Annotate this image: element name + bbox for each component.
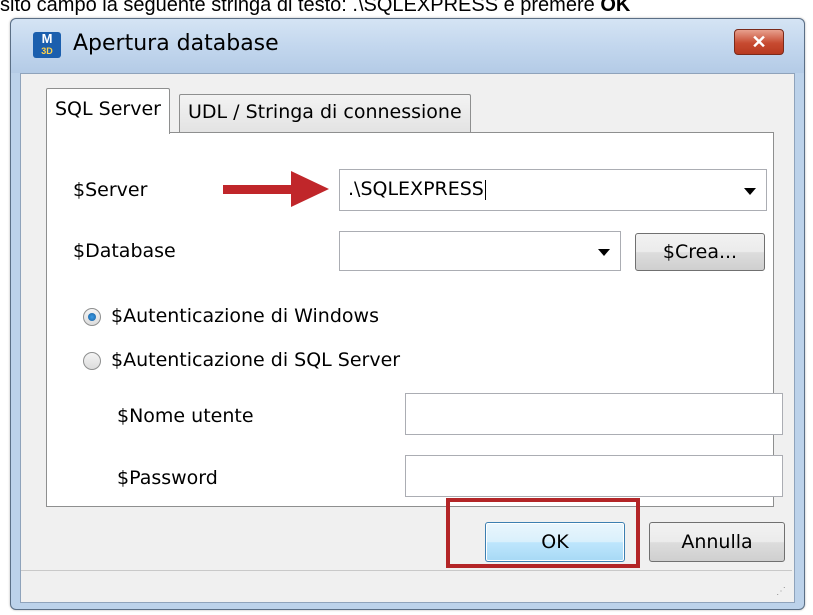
app-icon-letter: M [41,31,53,46]
app-icon-sub: 3D [41,46,53,56]
server-value-text: .\SQLEXPRESS [348,178,484,200]
resize-grip-icon[interactable]: ⋰ [776,586,788,598]
create-database-button[interactable]: $Crea... [635,233,765,271]
password-field[interactable] [405,455,783,497]
server-label: $Server [73,179,148,201]
tab-sql-server[interactable]: SQL Server [46,88,170,134]
password-label: $Password [117,467,218,489]
text-caret [484,179,486,200]
title-bar: M 3D Apertura database ✕ [11,19,804,73]
server-combobox[interactable]: .\SQLEXPRESS [339,169,767,211]
window-title: Apertura database [73,31,279,56]
database-dropdown-arrow-icon[interactable] [598,249,610,256]
sql-auth-radio[interactable] [83,352,101,370]
close-button[interactable]: ✕ [734,29,784,55]
username-label: $Nome utente [117,405,254,427]
instruction-bold: OK [600,0,631,16]
sql-auth-label[interactable]: $Autenticazione di SQL Server [111,349,400,371]
cancel-button[interactable]: Annulla [649,522,785,562]
dialog-window: M 3D Apertura database ✕ SQL Server UDL … [10,18,805,610]
app-icon: M 3D [33,32,61,58]
database-combobox[interactable] [339,231,621,271]
server-dropdown-arrow-icon[interactable] [744,188,756,195]
windows-auth-radio[interactable] [83,308,101,326]
ok-highlight-box [446,498,640,568]
username-field[interactable] [405,393,783,435]
windows-auth-label[interactable]: $Autenticazione di Windows [111,305,379,327]
instruction-prefix: sito campo la seguente stringa di testo:… [0,0,601,16]
database-label: $Database [73,240,176,262]
tab-panel: $Server .\SQLEXPRESS $Database $Crea... … [46,132,783,507]
instruction-text: sito campo la seguente stringa di testo:… [0,0,813,18]
dialog-client: SQL Server UDL / Stringa di connessione … [20,73,795,603]
status-bar: ⋰ [21,570,792,601]
server-value: .\SQLEXPRESS [348,178,486,200]
pointer-arrow-icon [223,171,329,207]
close-icon: ✕ [751,32,767,52]
tab-udl-connection-string[interactable]: UDL / Stringa di connessione [179,94,471,132]
